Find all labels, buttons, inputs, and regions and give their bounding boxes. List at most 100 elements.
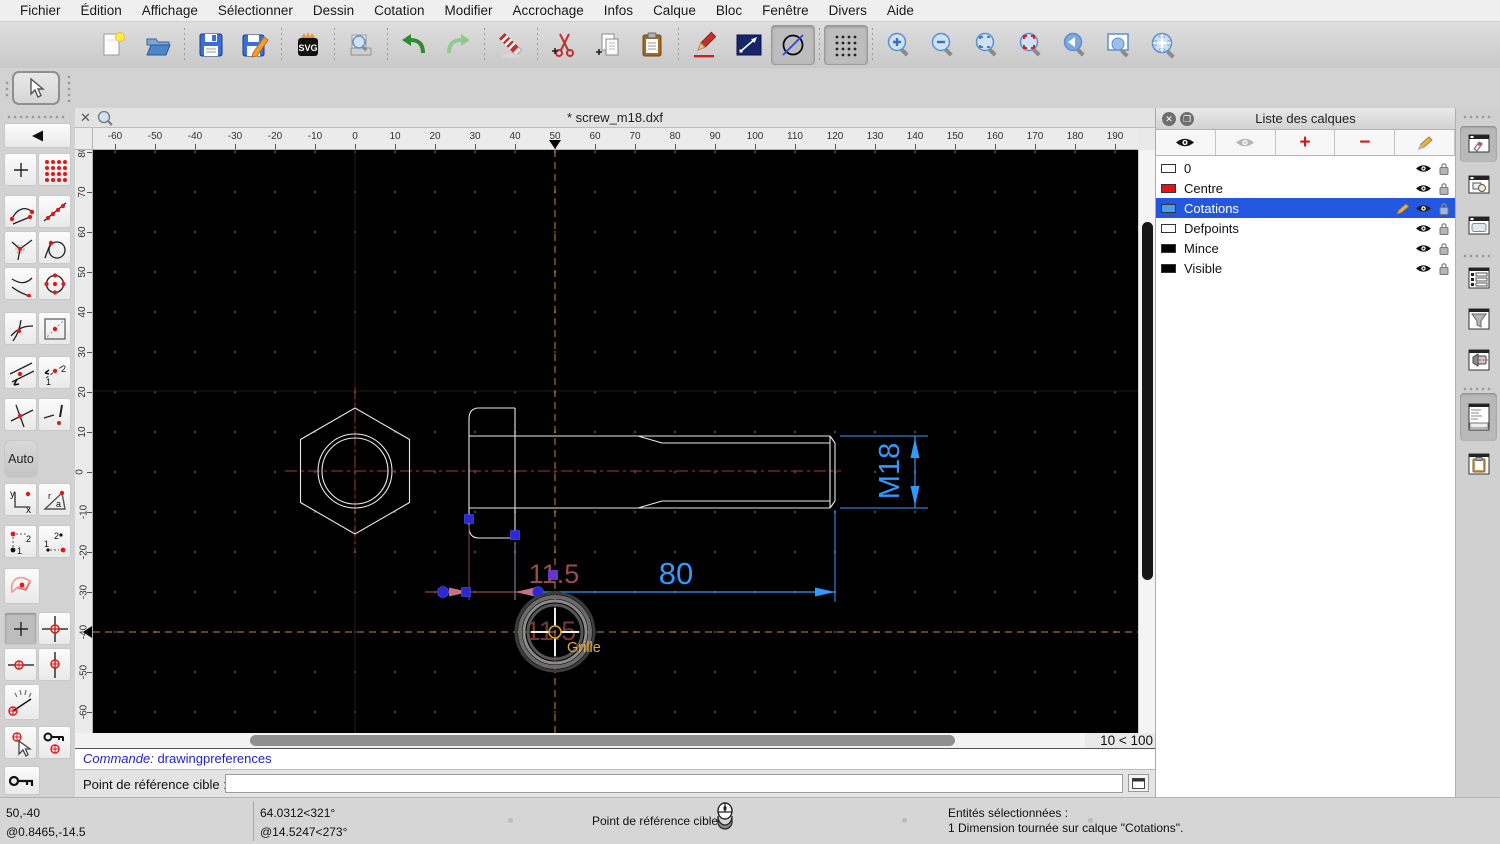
block-widget-toggle[interactable] (1460, 167, 1497, 203)
layer-visibility-icon[interactable] (1415, 263, 1432, 274)
menu-divers[interactable]: Divers (819, 3, 877, 18)
lock-layer-tool[interactable] (4, 766, 40, 795)
snap-middle-tool[interactable] (4, 267, 37, 300)
snap-intersection-tool[interactable] (4, 312, 37, 345)
crosshair-target-tool[interactable] (38, 612, 71, 645)
restrict-lines-tool[interactable] (4, 356, 37, 389)
layer-visibility-icon[interactable] (1415, 203, 1432, 214)
menu-aide[interactable]: Aide (877, 3, 924, 18)
selection-pointer-button[interactable] (12, 71, 60, 105)
menu-fenêtre[interactable]: Fenêtre (752, 3, 819, 18)
layer-row-defpoints[interactable]: Defpoints (1156, 218, 1455, 238)
zoom-selection-button[interactable] (1009, 25, 1053, 65)
pen-palette-widget-toggle[interactable] (1460, 342, 1497, 378)
hide-all-layers-button[interactable] (1216, 130, 1276, 155)
restrict-horizontal-tool[interactable] (4, 648, 37, 681)
menu-infos[interactable]: Infos (594, 3, 643, 18)
snap-bounding-tool[interactable] (38, 312, 71, 345)
add-layer-button[interactable]: + (1276, 130, 1336, 155)
show-all-layers-button[interactable] (1156, 130, 1216, 155)
snap-manual-tool[interactable] (38, 398, 71, 431)
layer-row-centre[interactable]: Centre (1156, 178, 1455, 198)
dock-handle[interactable] (1462, 114, 1494, 119)
zoom-pan-button[interactable] (1141, 25, 1185, 65)
points-grid-tool[interactable] (38, 153, 71, 186)
toolbar-handle[interactable] (4, 80, 10, 98)
layer-widget-toggle[interactable] (1460, 126, 1497, 162)
save-as-button[interactable] (233, 25, 277, 65)
drawing-canvas[interactable]: 11.5 80 M18 (93, 150, 1138, 733)
snap-center-tool[interactable] (4, 231, 37, 264)
edit-layer-button[interactable] (1395, 130, 1455, 155)
clipboard-widget-toggle[interactable] (1460, 446, 1497, 482)
layer-lock-icon[interactable] (1438, 182, 1450, 195)
zoom-window-button[interactable] (1097, 25, 1141, 65)
snap-reference-tool[interactable]: 12 (38, 356, 71, 389)
paste-button[interactable] (630, 25, 674, 65)
menu-édition[interactable]: Édition (71, 3, 132, 18)
layer-lock-icon[interactable] (1438, 202, 1450, 215)
line-tool-button[interactable] (727, 25, 771, 65)
auto-snap-button[interactable]: Auto (4, 440, 38, 478)
pen-attributes-button[interactable] (683, 25, 727, 65)
library-widget-toggle[interactable] (1460, 208, 1497, 244)
crosshair-plus-tool[interactable] (4, 612, 37, 645)
zoom-in-button[interactable] (877, 25, 921, 65)
toolbar-handle[interactable] (66, 74, 72, 102)
menu-fichier[interactable]: Fichier (10, 3, 71, 18)
menu-accrochage[interactable]: Accrochage (502, 3, 593, 18)
copy-button[interactable] (586, 25, 630, 65)
snap-endpoint-tool[interactable] (4, 195, 37, 228)
vertical-scrollbar-thumb[interactable] (1142, 222, 1153, 580)
cut-button[interactable] (542, 25, 586, 65)
layer-row-cotations[interactable]: Cotations (1156, 198, 1455, 218)
entity-list-widget-toggle[interactable] (1460, 260, 1497, 296)
vertical-scrollbar[interactable] (1138, 150, 1155, 733)
point-tool[interactable] (4, 153, 37, 186)
dimension-m18[interactable]: M18 (840, 435, 928, 509)
menu-calque[interactable]: Calque (643, 3, 706, 18)
undo-button[interactable] (392, 25, 436, 65)
zoom-previous-button[interactable] (1053, 25, 1097, 65)
menu-cotation[interactable]: Cotation (364, 3, 434, 18)
relative-point-tool-1[interactable]: 12 (4, 525, 37, 558)
delete-entities-button[interactable] (489, 25, 533, 65)
snap-on-entity-tool[interactable] (38, 195, 71, 228)
back-button[interactable] (4, 123, 71, 148)
angle-gauge-tool[interactable] (4, 684, 40, 720)
horizontal-scrollbar-thumb[interactable] (250, 735, 955, 746)
command-dock-button[interactable] (1128, 774, 1149, 792)
horizontal-scrollbar[interactable] (75, 733, 1085, 748)
open-file-button[interactable] (136, 25, 180, 65)
layer-row-0[interactable]: 0 (1156, 158, 1455, 178)
menu-modifier[interactable]: Modifier (434, 3, 502, 18)
coordinate-cartesian-tool[interactable]: yx (4, 483, 37, 516)
menu-bloc[interactable]: Bloc (706, 3, 752, 18)
lock-relative-zero-tool[interactable] (4, 726, 37, 759)
redo-button[interactable] (436, 25, 480, 65)
print-preview-button[interactable] (339, 25, 383, 65)
layer-visibility-icon[interactable] (1415, 163, 1432, 174)
layer-row-visible[interactable]: Visible (1156, 258, 1455, 278)
select-region-tool[interactable] (4, 568, 40, 604)
snap-relative-zero-tool[interactable] (38, 726, 71, 759)
dimension-80[interactable]: 80 (540, 510, 836, 602)
layer-visibility-icon[interactable] (1415, 243, 1432, 254)
grid-toggle-button[interactable] (824, 25, 868, 65)
dock-handle[interactable] (6, 114, 66, 119)
layer-lock-icon[interactable] (1438, 242, 1450, 255)
layer-row-mince[interactable]: Mince (1156, 238, 1455, 258)
coordinate-polar-tool[interactable]: ra (38, 483, 71, 516)
export-svg-button[interactable]: SVG (286, 25, 330, 65)
save-button[interactable] (189, 25, 233, 65)
remove-layer-button[interactable]: − (1335, 130, 1396, 155)
command-widget-toggle[interactable] (1460, 393, 1497, 441)
menu-dessin[interactable]: Dessin (303, 3, 364, 18)
zoom-out-button[interactable] (921, 25, 965, 65)
snap-cross-tool[interactable] (4, 398, 37, 431)
command-input[interactable] (225, 774, 1123, 793)
text-grip[interactable] (548, 570, 558, 580)
snap-quadrant-tool[interactable] (38, 267, 71, 300)
new-document-button[interactable] (92, 25, 136, 65)
layer-visibility-icon[interactable] (1415, 223, 1432, 234)
